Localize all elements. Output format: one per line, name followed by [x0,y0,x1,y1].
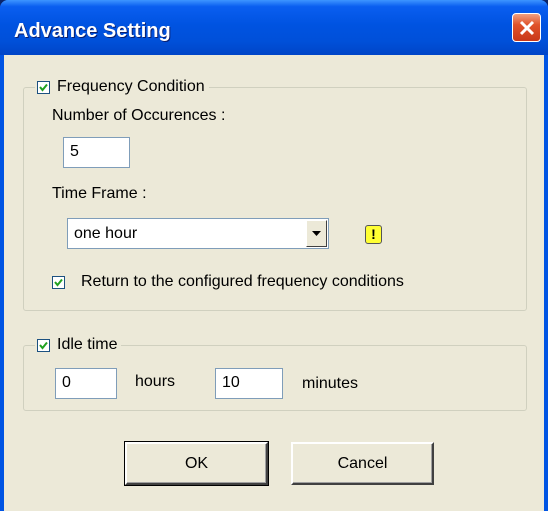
close-icon [519,20,535,36]
frequency-condition-label: Frequency Condition [57,78,205,95]
close-button[interactable] [512,13,541,42]
dialog-body: Frequency Condition Number of Occurences… [4,55,544,511]
time-frame-label: Time Frame : [52,185,147,202]
frequency-condition-legend: Frequency Condition [35,77,209,97]
advance-setting-dialog: Advance Setting Frequency Condition Numb… [0,0,548,511]
minutes-label: minutes [302,375,359,392]
ok-button[interactable]: OK [124,441,269,486]
return-frequency-checkbox[interactable] [52,276,65,289]
warning-icon[interactable]: ! [365,225,382,244]
occurrences-label: Number of Occurences : [52,107,226,124]
checkmark-icon [39,83,48,92]
checkmark-icon [39,341,48,350]
time-frame-dropdown-button[interactable] [306,220,327,247]
checkmark-icon [54,278,63,287]
time-frame-value: one hour [74,225,138,242]
idle-hours-input[interactable]: 0 [55,368,117,399]
idle-minutes-input[interactable]: 10 [215,368,283,399]
chevron-down-icon [312,231,321,236]
dialog-title: Advance Setting [14,20,171,42]
return-frequency-label: Return to the configured frequency condi… [81,273,404,290]
occurrences-input[interactable]: 5 [63,137,130,168]
idle-time-label: Idle time [57,336,118,353]
time-frame-select[interactable]: one hour [67,218,329,249]
hours-label: hours [135,373,176,390]
idle-time-legend: Idle time [35,335,122,355]
frequency-condition-checkbox[interactable] [37,80,50,94]
cancel-button[interactable]: Cancel [291,442,434,485]
title-bar[interactable]: Advance Setting [0,0,548,55]
idle-time-checkbox[interactable] [37,338,50,352]
